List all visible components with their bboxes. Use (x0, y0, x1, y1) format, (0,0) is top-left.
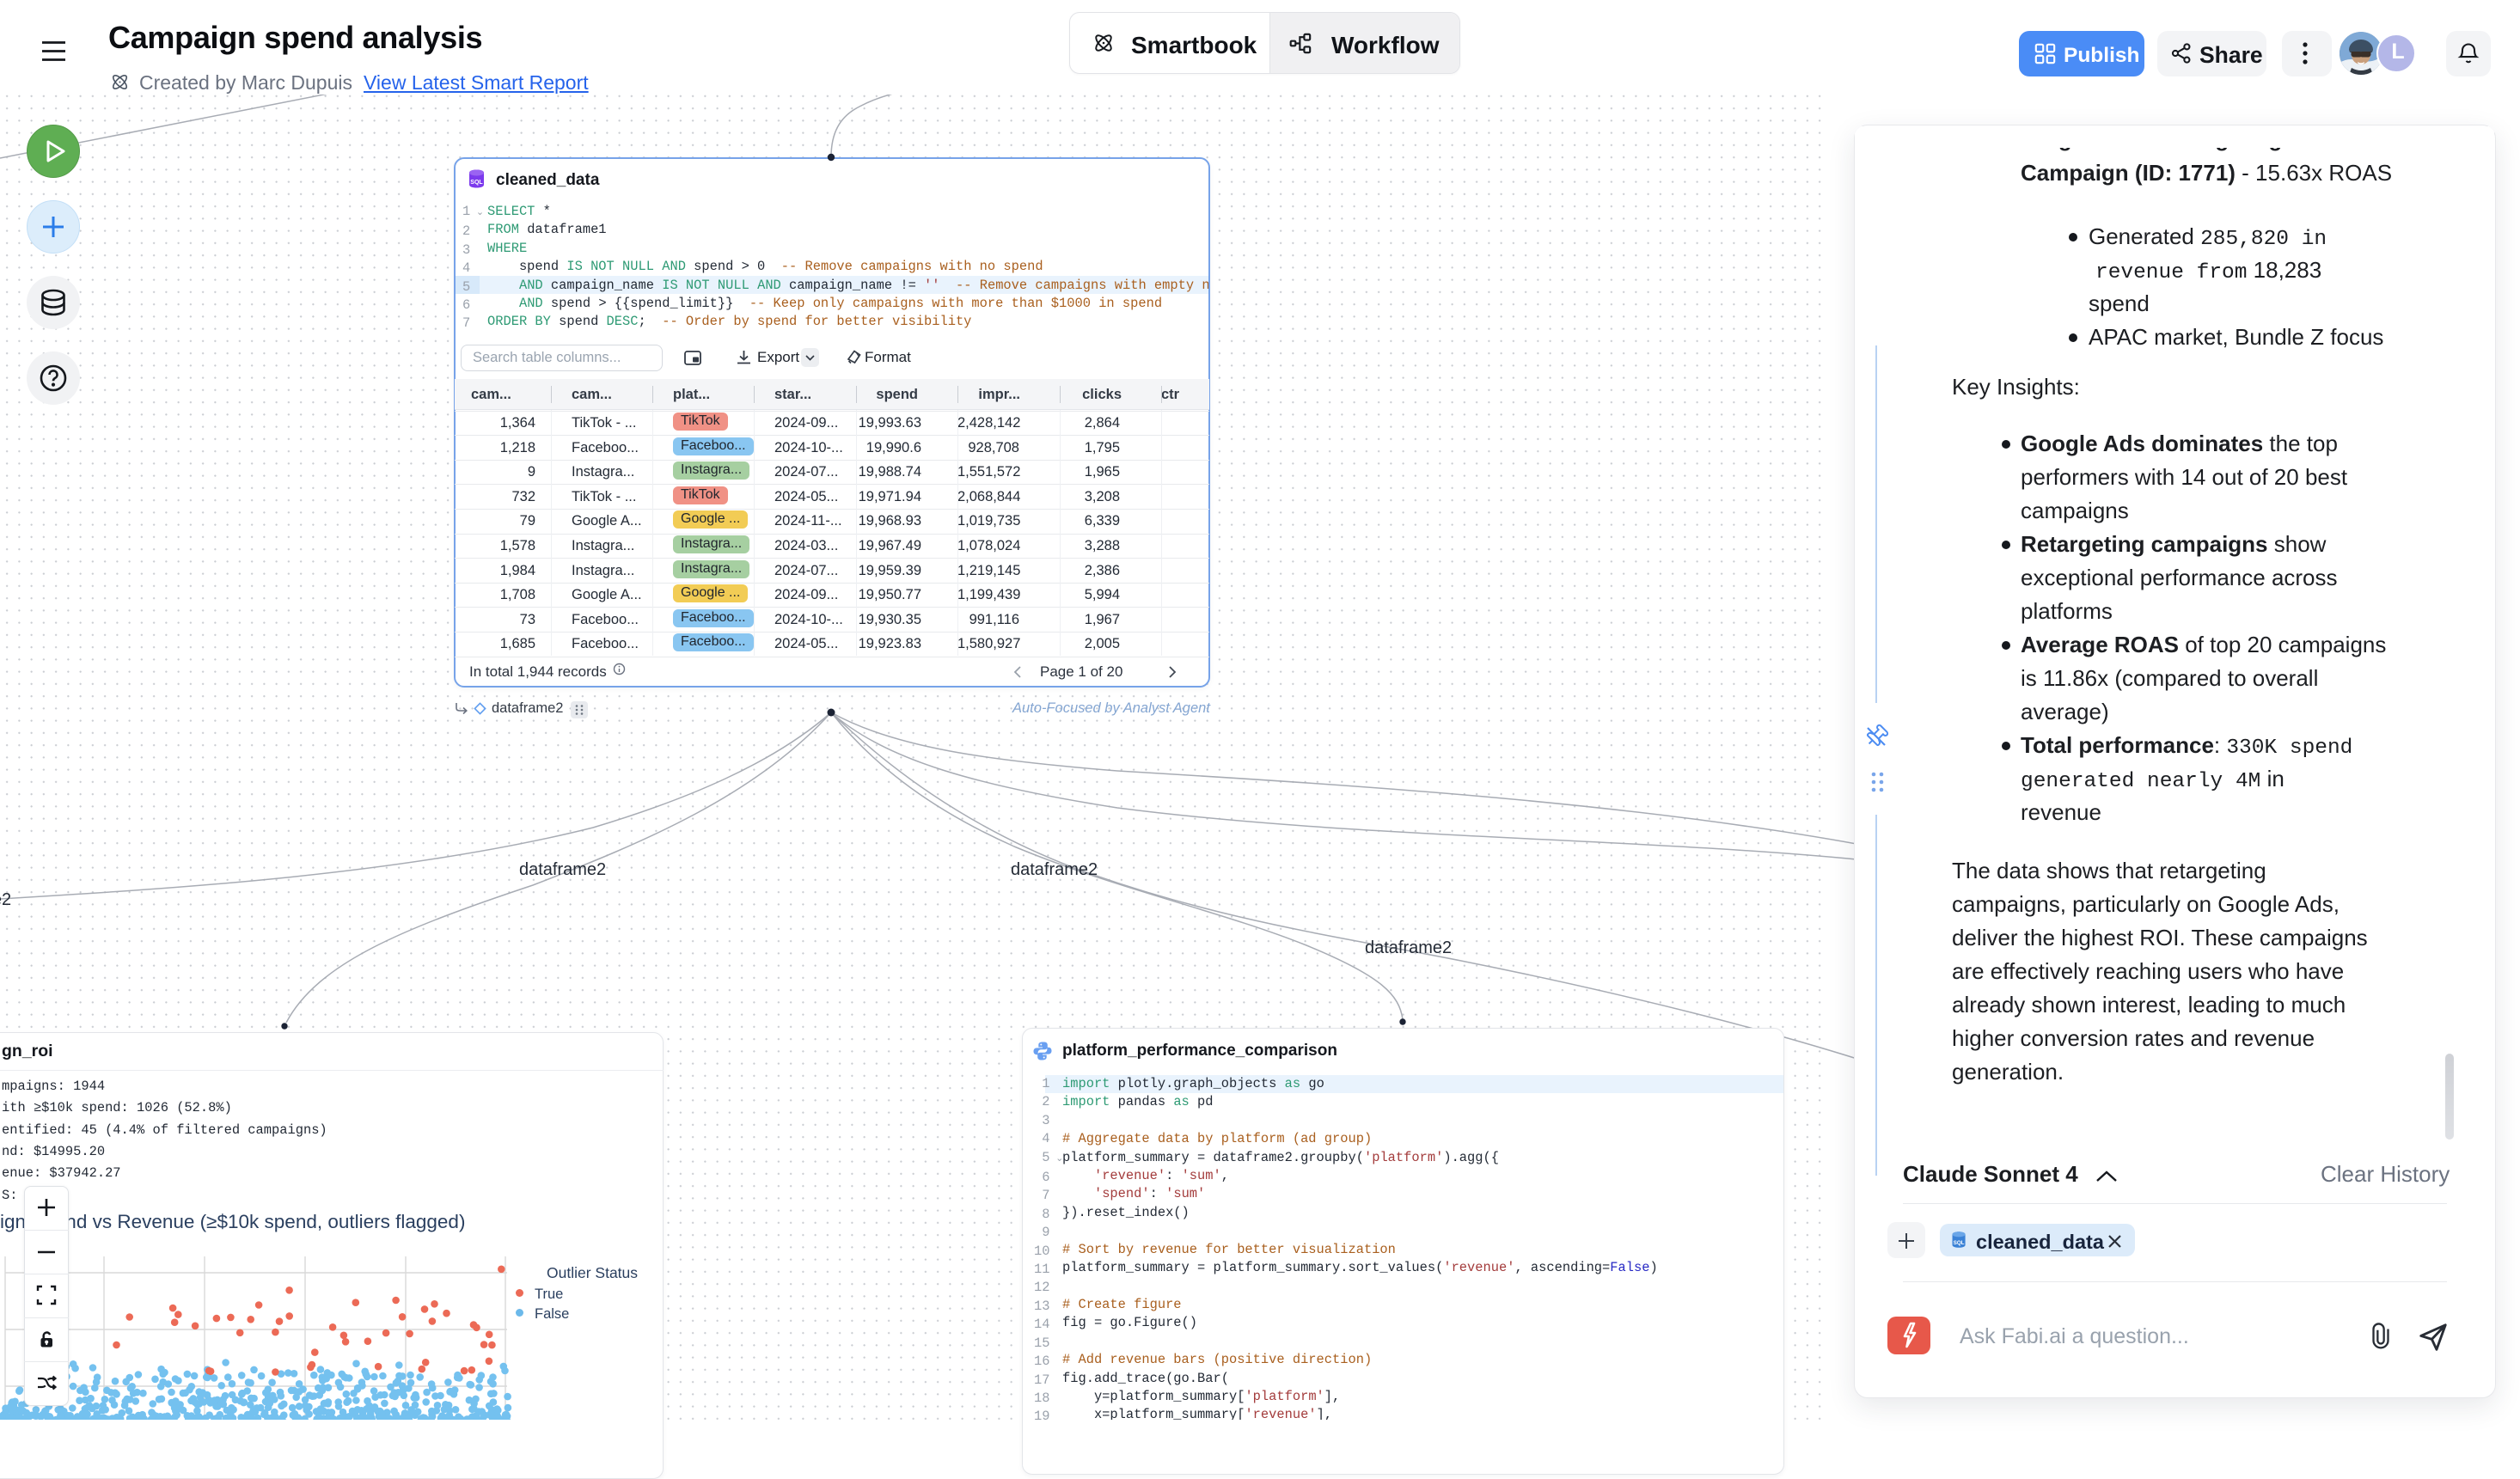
svg-text:SQL: SQL (1954, 1240, 1965, 1246)
